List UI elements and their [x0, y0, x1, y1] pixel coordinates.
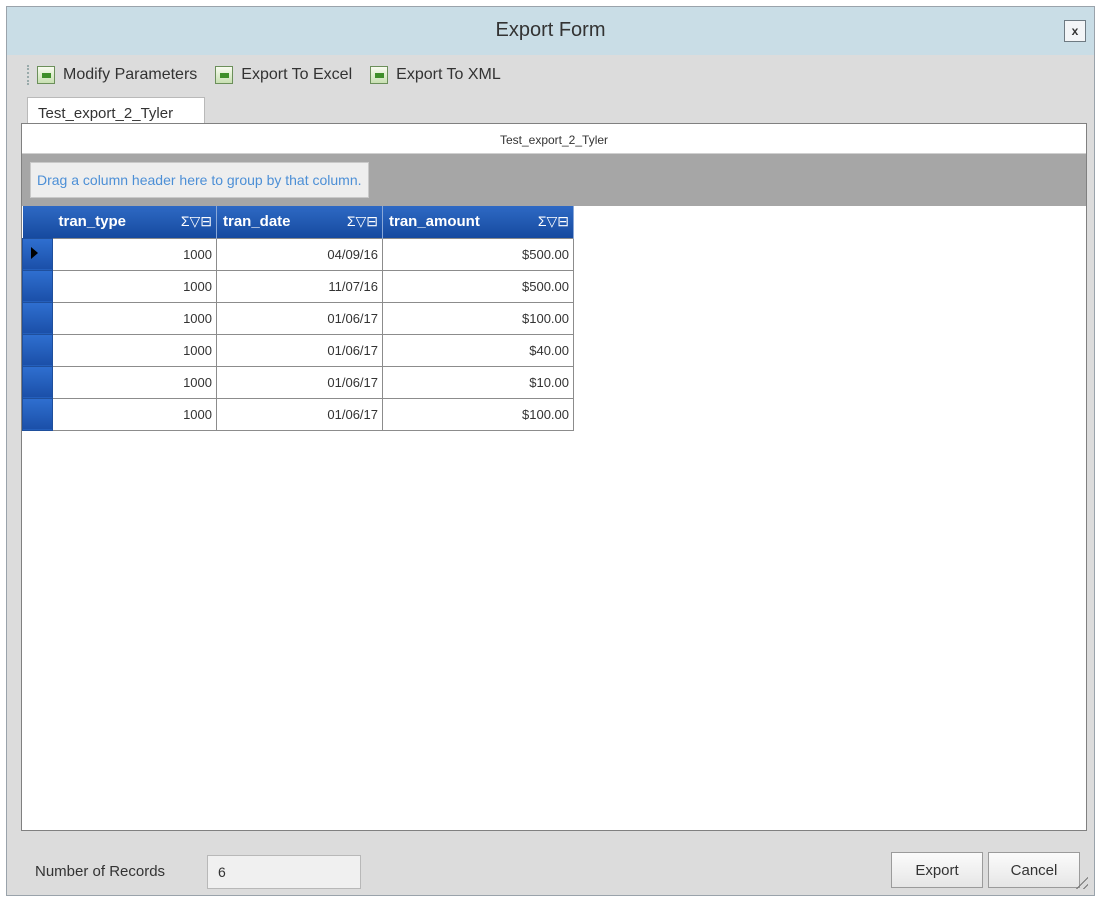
data-grid: tran_type Σ▽⊟ tran_date Σ▽⊟ tran_amount …: [22, 206, 574, 431]
cell-tran-date[interactable]: 04/09/16: [216, 237, 383, 271]
number-of-records-label: Number of Records: [35, 863, 166, 880]
title-bar: Export Form x: [7, 7, 1094, 55]
modify-parameters-label: Modify Parameters: [63, 66, 198, 83]
parameters-icon: [37, 66, 55, 84]
column-filter-icons[interactable]: Σ▽⊟: [347, 213, 382, 230]
cell-tran-type[interactable]: 1000: [52, 333, 217, 367]
column-filter-icons[interactable]: Σ▽⊟: [538, 213, 573, 230]
cell-tran-type[interactable]: 1000: [52, 397, 217, 431]
table-row[interactable]: 1000 11/07/16 $500.00: [22, 269, 574, 303]
cell-tran-date[interactable]: 11/07/16: [216, 269, 383, 303]
row-indicator[interactable]: [22, 333, 53, 367]
cell-tran-type[interactable]: 1000: [52, 269, 217, 303]
column-header-tran-type[interactable]: tran_type Σ▽⊟: [52, 206, 217, 238]
cell-tran-amount[interactable]: $40.00: [382, 333, 574, 367]
cell-tran-amount[interactable]: $100.00: [382, 301, 574, 335]
export-button[interactable]: Export: [891, 852, 983, 888]
table-row[interactable]: 1000 01/06/17 $100.00: [22, 301, 574, 335]
export-to-xml-button[interactable]: Export To XML: [370, 66, 501, 84]
cell-tran-amount[interactable]: $100.00: [382, 397, 574, 431]
grid-panel: Test_export_2_Tyler Drag a column header…: [21, 123, 1087, 831]
group-by-hint: Drag a column header here to group by th…: [30, 162, 369, 198]
column-header-label: tran_type: [58, 213, 127, 231]
column-header-label: tran_date: [223, 213, 291, 231]
modify-parameters-button[interactable]: Modify Parameters: [37, 66, 197, 84]
row-indicator[interactable]: [22, 269, 53, 303]
column-header-tran-date[interactable]: tran_date Σ▽⊟: [216, 206, 383, 238]
number-of-records-field: 6: [207, 855, 361, 889]
toolbar-grip[interactable]: [27, 65, 30, 85]
export-to-xml-label: Export To XML: [396, 66, 501, 83]
cell-tran-date[interactable]: 01/06/17: [216, 397, 383, 431]
cell-tran-type[interactable]: 1000: [52, 237, 217, 271]
window-title: Export Form: [495, 19, 606, 41]
cell-tran-amount[interactable]: $500.00: [382, 237, 574, 271]
cell-tran-type[interactable]: 1000: [52, 365, 217, 399]
row-indicator[interactable]: [22, 301, 53, 335]
column-filter-icons[interactable]: Σ▽⊟: [181, 213, 216, 230]
cell-tran-type[interactable]: 1000: [52, 301, 217, 335]
column-header-label: tran_amount: [389, 213, 480, 231]
cell-tran-date[interactable]: 01/06/17: [216, 333, 383, 367]
export-to-excel-button[interactable]: Export To Excel: [215, 66, 352, 84]
export-to-excel-label: Export To Excel: [241, 66, 353, 83]
group-by-panel[interactable]: Drag a column header here to group by th…: [22, 154, 1086, 206]
row-indicator[interactable]: [22, 397, 53, 431]
close-button[interactable]: x: [1064, 20, 1086, 42]
current-row-arrow-icon: [31, 246, 38, 259]
cell-tran-amount[interactable]: $500.00: [382, 269, 574, 303]
table-row[interactable]: 1000 01/06/17 $10.00: [22, 365, 574, 399]
cell-tran-date[interactable]: 01/06/17: [216, 365, 383, 399]
export-xml-icon: [370, 66, 389, 84]
row-indicator[interactable]: [22, 365, 53, 399]
row-indicator-header: [22, 206, 53, 238]
grid-caption: Test_export_2_Tyler: [22, 124, 1086, 154]
cancel-button[interactable]: Cancel: [988, 852, 1080, 888]
row-indicator[interactable]: [22, 237, 53, 271]
toolbar: Modify Parameters Export To Excel Export…: [37, 61, 519, 89]
table-row[interactable]: 1000 01/06/17 $100.00: [22, 397, 574, 431]
table-row[interactable]: 1000 04/09/16 $500.00: [22, 237, 574, 271]
export-excel-icon: [215, 66, 234, 84]
export-form-window: Export Form x Modify Parameters Export T…: [6, 6, 1095, 896]
column-header-tran-amount[interactable]: tran_amount Σ▽⊟: [382, 206, 574, 238]
cell-tran-date[interactable]: 01/06/17: [216, 301, 383, 335]
cell-tran-amount[interactable]: $10.00: [382, 365, 574, 399]
table-row[interactable]: 1000 01/06/17 $40.00: [22, 333, 574, 367]
